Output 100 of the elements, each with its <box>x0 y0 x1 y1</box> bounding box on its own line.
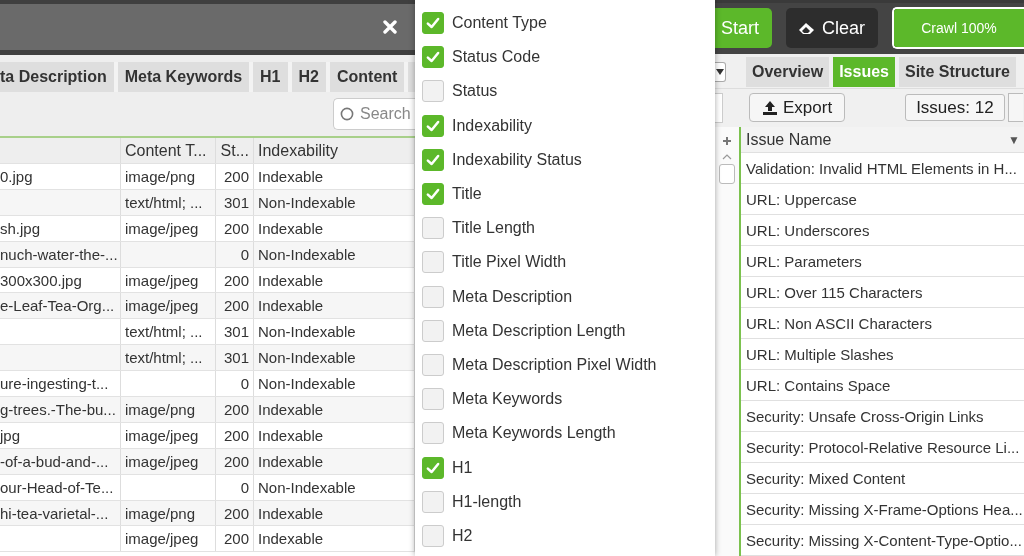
add-column-icon[interactable] <box>722 136 732 146</box>
dropdown-button[interactable] <box>715 62 726 83</box>
table-cell: 301 <box>223 193 249 211</box>
issues-count-button[interactable]: Issues: 12 <box>905 94 1005 122</box>
tab[interactable]: Overview <box>746 57 830 88</box>
table-cell: Indexable <box>258 167 324 185</box>
search-field[interactable]: Search <box>333 98 415 130</box>
table-cell[interactable]: Validation: Invalid HTML Elements in H... <box>746 159 1017 177</box>
table-cell: 200 <box>223 167 249 185</box>
checkbox[interactable] <box>422 46 444 69</box>
menu-item[interactable]: Title Length <box>415 211 715 246</box>
table-cell: sh.jpg <box>0 219 41 237</box>
table-cell: image/png <box>125 400 196 418</box>
column-header[interactable]: Issue Name ▼ <box>741 127 1024 153</box>
tab[interactable]: Content <box>329 62 405 92</box>
table-cell: image/png <box>125 167 196 185</box>
table-cell: 0 <box>240 375 249 393</box>
menu-item[interactable]: Title <box>415 176 715 212</box>
table-cell: hi-tea-varietal-... <box>0 504 109 522</box>
table-cell: Indexable <box>258 530 324 548</box>
table-cell[interactable]: Security: Missing X-Content-Type-Optio... <box>746 531 1022 549</box>
clear-button[interactable]: Clear <box>786 8 878 49</box>
menu-item[interactable]: Indexability Status <box>415 142 715 177</box>
scroll-up-icon[interactable] <box>722 154 732 160</box>
tab[interactable]: H2 <box>291 62 326 92</box>
checkbox[interactable] <box>422 319 444 342</box>
checkbox[interactable] <box>422 12 444 35</box>
table-cell: 200 <box>223 426 249 444</box>
column-header[interactable]: Content T... <box>121 138 216 163</box>
checkbox[interactable] <box>422 388 444 411</box>
menu-item[interactable]: Content Type <box>415 6 715 41</box>
table-cell: 200 <box>223 452 249 470</box>
table-cell: Indexable <box>258 219 324 237</box>
export-button[interactable]: Export <box>749 93 846 123</box>
table-cell: Non-Indexable <box>258 193 356 211</box>
table-cell[interactable]: Security: Unsafe Cross-Origin Links <box>746 407 984 425</box>
close-icon[interactable] <box>383 20 397 34</box>
table-cell: text/html; ... <box>125 323 203 341</box>
table-cell: Non-Indexable <box>258 245 356 263</box>
eraser-icon <box>798 21 816 36</box>
checkbox[interactable] <box>422 456 444 479</box>
table-cell[interactable]: URL: Non ASCII Characters <box>746 314 932 332</box>
menu-item[interactable]: Meta Description Length <box>415 313 715 348</box>
menu-item[interactable]: Indexability <box>415 108 715 143</box>
table-cell[interactable]: URL: Parameters <box>746 252 862 270</box>
table-cell[interactable]: URL: Underscores <box>746 221 870 239</box>
upload-icon <box>762 99 778 116</box>
table-cell: text/html; ... <box>125 349 203 367</box>
checkbox[interactable] <box>422 183 444 206</box>
table-cell: Indexable <box>258 452 324 470</box>
table-cell: Non-Indexable <box>258 323 356 341</box>
menu-item[interactable]: Status Code <box>415 40 715 75</box>
table-cell: g-trees.-The-bu... <box>0 400 116 418</box>
table-cell: Indexable <box>258 297 324 315</box>
checkbox[interactable] <box>422 251 444 274</box>
checkbox[interactable] <box>422 217 444 240</box>
table-cell: text/html; ... <box>125 193 203 211</box>
tab[interactable]: Site Structure <box>898 57 1016 88</box>
checkbox[interactable] <box>422 422 444 445</box>
table-cell[interactable]: Security: Protocol-Relative Resource Li... <box>746 438 1020 456</box>
table-cell: Non-Indexable <box>258 375 356 393</box>
menu-item[interactable]: Meta Keywords Length <box>415 416 715 451</box>
table-cell: image/jpeg <box>125 426 199 444</box>
table-cell[interactable]: URL: Multiple Slashes <box>746 345 894 363</box>
menu-item[interactable]: Meta Description <box>415 279 715 314</box>
table-cell: 300x300.jpg <box>0 271 82 289</box>
table-cell: 200 <box>223 297 249 315</box>
checkbox[interactable] <box>422 80 444 103</box>
table-cell: 301 <box>223 349 249 367</box>
checkbox[interactable] <box>422 114 444 137</box>
table-cell[interactable]: Security: Mixed Content <box>746 469 906 487</box>
caret-icon <box>716 69 724 76</box>
menu-item[interactable]: Status <box>415 74 715 109</box>
table-cell[interactable]: Security: Missing X-Frame-Options Hea... <box>746 500 1023 518</box>
table-cell[interactable]: URL: Uppercase <box>746 190 857 208</box>
menu-item[interactable]: H1-length <box>415 484 715 519</box>
scrollbar[interactable] <box>715 127 741 556</box>
column-header[interactable]: St... <box>216 138 254 163</box>
scroll-thumb[interactable] <box>719 164 735 184</box>
table-cell: Non-Indexable <box>258 478 356 496</box>
table-cell[interactable]: URL: Contains Space <box>746 376 891 394</box>
menu-item[interactable]: H2 <box>415 518 715 553</box>
sort-icon[interactable]: ▼ <box>1008 132 1020 147</box>
tab[interactable]: H1 <box>253 62 288 92</box>
checkbox[interactable] <box>422 285 444 308</box>
tab[interactable]: ta Description <box>0 62 114 92</box>
menu-item[interactable]: H1 <box>415 450 715 485</box>
table-cell: ure-ingesting-t... <box>0 375 109 393</box>
table-cell: 200 <box>223 504 249 522</box>
table-cell: 0 <box>240 478 249 496</box>
table-cell: -of-a-bud-and-... <box>0 452 109 470</box>
checkbox[interactable] <box>422 524 444 547</box>
menu-item[interactable]: Meta Keywords <box>415 382 715 417</box>
table-cell[interactable]: URL: Over 115 Characters <box>746 283 923 301</box>
checkbox[interactable] <box>422 490 444 513</box>
checkbox[interactable] <box>422 353 444 376</box>
menu-item[interactable]: Meta Description Pixel Width <box>415 347 715 383</box>
checkbox[interactable] <box>422 148 444 171</box>
tab[interactable]: Meta Keywords <box>117 62 250 92</box>
menu-item[interactable]: Title Pixel Width <box>415 245 715 280</box>
